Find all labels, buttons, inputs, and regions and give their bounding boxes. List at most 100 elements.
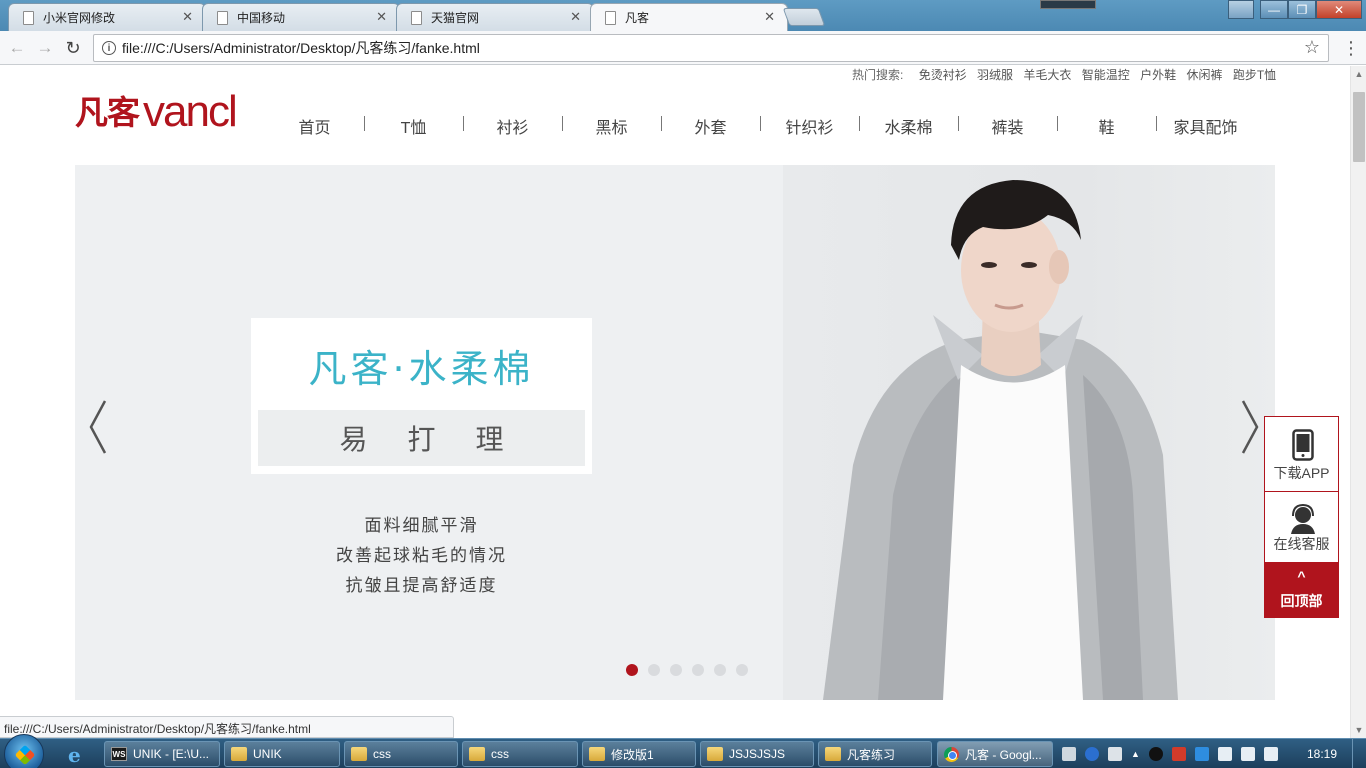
promo-subtitle: 易打理 bbox=[339, 424, 544, 455]
minimize-button[interactable]: — bbox=[1260, 0, 1288, 19]
folder-icon bbox=[469, 747, 485, 761]
nav-item-coat[interactable]: 外套 bbox=[661, 114, 760, 137]
address-bar[interactable]: i file:///C:/Users/Administrator/Desktop… bbox=[93, 34, 1329, 62]
hot-search-term[interactable]: 休闲裤 bbox=[1186, 68, 1222, 82]
page-icon bbox=[217, 11, 228, 25]
tab-tmall[interactable]: 天猫官网 ✕ bbox=[396, 3, 594, 31]
taskbar-item-label: UNIK - [E:\U... bbox=[133, 747, 210, 761]
folder-icon bbox=[825, 747, 841, 761]
online-service-button[interactable]: 在线客服 bbox=[1264, 491, 1339, 563]
folder-icon bbox=[351, 747, 367, 761]
nav-item-shoes[interactable]: 鞋 bbox=[1057, 114, 1156, 137]
app-tray-icon[interactable] bbox=[1171, 747, 1186, 761]
nav-item-black-label[interactable]: 黑标 bbox=[562, 114, 661, 137]
tab-xiaomi[interactable]: 小米官网修改 ✕ bbox=[8, 3, 206, 31]
forward-button[interactable]: → bbox=[34, 37, 56, 59]
taskbar-item-folder[interactable]: css bbox=[462, 741, 578, 767]
nav-item-knitwear[interactable]: 针织衫 bbox=[760, 114, 859, 137]
folder-icon bbox=[707, 747, 723, 761]
hot-search-term[interactable]: 羊毛大衣 bbox=[1023, 68, 1071, 82]
qq-icon[interactable] bbox=[1148, 747, 1163, 761]
windows-logo-icon bbox=[14, 744, 36, 766]
taskbar-item-folder[interactable]: 修改版1 bbox=[582, 741, 696, 767]
scroll-up-icon[interactable]: ▲ bbox=[1351, 66, 1366, 82]
close-icon[interactable]: ✕ bbox=[376, 9, 387, 25]
nav-item-tshirt[interactable]: T恤 bbox=[364, 114, 463, 137]
taskbar: e WS UNIK - [E:\U... UNIK css css 修改版1 J… bbox=[0, 734, 1366, 768]
chrome-icon bbox=[944, 746, 959, 762]
network-icon[interactable] bbox=[1263, 747, 1278, 761]
carousel-dot[interactable] bbox=[714, 664, 726, 676]
profile-icon[interactable] bbox=[1228, 0, 1254, 19]
hero-banner[interactable]: 凡客·水柔棉 易打理 面料细腻平滑 改善起球粘毛的情况 抗皱且提高舒适度 bbox=[75, 165, 1275, 700]
taskbar-item-chrome[interactable]: 凡客 - Googl... bbox=[937, 741, 1053, 767]
tab-vancl[interactable]: 凡客 ✕ bbox=[590, 3, 788, 31]
next-slide-arrow-icon[interactable] bbox=[1235, 397, 1265, 457]
new-tab-button[interactable] bbox=[782, 8, 826, 26]
carousel-dot[interactable] bbox=[626, 664, 638, 676]
close-icon[interactable]: ✕ bbox=[570, 9, 581, 25]
close-icon[interactable]: ✕ bbox=[182, 9, 193, 25]
taskbar-item-folder[interactable]: css bbox=[344, 741, 458, 767]
browser-tab-strip: 小米官网修改 ✕ 中国移动 ✕ 天猫官网 ✕ 凡客 ✕ — ❐ ✕ bbox=[0, 0, 1366, 31]
back-to-top-button[interactable]: ^ 回顶部 bbox=[1264, 562, 1339, 618]
carousel-dot[interactable] bbox=[648, 664, 660, 676]
taskbar-item-folder[interactable]: JSJSJSJS bbox=[700, 741, 814, 767]
tray-expand-icon[interactable]: ▲ bbox=[1131, 749, 1140, 759]
keyboard-icon[interactable] bbox=[1062, 747, 1076, 761]
volume-icon[interactable] bbox=[1240, 747, 1255, 761]
reload-button[interactable]: ↻ bbox=[62, 37, 84, 59]
taskbar-item-folder[interactable]: 凡客练习 bbox=[818, 741, 932, 767]
page-scrollbar[interactable]: ▲ ▼ bbox=[1350, 66, 1366, 738]
carousel-dot[interactable] bbox=[692, 664, 704, 676]
back-button[interactable]: ← bbox=[6, 37, 28, 59]
logo-en: vancl bbox=[143, 87, 238, 136]
address-url: file:///C:/Users/Administrator/Desktop/凡… bbox=[122, 40, 480, 56]
promo-line: 改善起球粘毛的情况 bbox=[336, 546, 507, 565]
taskbar-clock[interactable]: 18:19 bbox=[1307, 747, 1337, 761]
restore-button[interactable]: ❐ bbox=[1288, 0, 1316, 19]
scroll-down-icon[interactable]: ▼ bbox=[1351, 722, 1366, 738]
show-desktop-button[interactable] bbox=[1352, 739, 1366, 768]
back-to-top-label: 回顶部 bbox=[1280, 593, 1323, 609]
help-icon[interactable] bbox=[1085, 747, 1099, 761]
taskbar-item-folder[interactable]: UNIK bbox=[224, 741, 340, 767]
tab-china-mobile[interactable]: 中国移动 ✕ bbox=[202, 3, 400, 31]
hot-search-term[interactable]: 免烫衬衫 bbox=[919, 68, 967, 82]
browser-toolbar: ← → ↻ i file:///C:/Users/Administrator/D… bbox=[0, 31, 1366, 65]
nav-item-soft-cotton[interactable]: 水柔棉 bbox=[859, 114, 958, 137]
bookmark-star-icon[interactable]: ☆ bbox=[1304, 37, 1320, 58]
close-window-button[interactable]: ✕ bbox=[1316, 0, 1362, 19]
carousel-dot[interactable] bbox=[670, 664, 682, 676]
input-method-icon[interactable] bbox=[1108, 747, 1122, 761]
taskbar-item-webstorm[interactable]: WS UNIK - [E:\U... bbox=[104, 741, 220, 767]
vancl-logo[interactable]: 凡客 vancl bbox=[75, 87, 238, 136]
prev-slide-arrow-icon[interactable] bbox=[83, 397, 113, 457]
folder-icon bbox=[231, 747, 247, 761]
ie-icon[interactable]: e bbox=[68, 743, 81, 767]
hot-search: 热门搜索: 免烫衬衫 羽绒服 羊毛大衣 智能温控 户外鞋 休闲裤 跑步T恤 bbox=[852, 66, 1283, 83]
nav-item-home-accessories[interactable]: 家具配饰 bbox=[1156, 114, 1255, 137]
phone-icon bbox=[1292, 429, 1314, 461]
promo-description: 面料细腻平滑 改善起球粘毛的情况 抗皱且提高舒适度 bbox=[251, 511, 592, 601]
info-icon[interactable]: i bbox=[102, 41, 116, 55]
scroll-thumb[interactable] bbox=[1353, 92, 1365, 162]
battery-icon[interactable] bbox=[1217, 747, 1232, 761]
start-button[interactable] bbox=[4, 734, 44, 768]
taskbar-item-label: css bbox=[491, 747, 509, 761]
tab-title: 小米官网修改 bbox=[43, 11, 116, 25]
nav-item-home[interactable]: 首页 bbox=[265, 114, 364, 137]
browser-menu-icon[interactable]: ⋮ bbox=[1342, 38, 1360, 59]
hot-search-term[interactable]: 智能温控 bbox=[1082, 68, 1130, 82]
carousel-dot[interactable] bbox=[736, 664, 748, 676]
nav-item-pants[interactable]: 裤装 bbox=[958, 114, 1057, 137]
hot-search-term[interactable]: 跑步T恤 bbox=[1233, 68, 1276, 82]
nav-item-shirt[interactable]: 衬衫 bbox=[463, 114, 562, 137]
download-app-label: 下载APP bbox=[1273, 465, 1330, 481]
close-icon[interactable]: ✕ bbox=[764, 9, 775, 25]
carousel-dots bbox=[626, 664, 758, 676]
shield-icon[interactable] bbox=[1194, 747, 1209, 761]
download-app-button[interactable]: 下载APP bbox=[1264, 416, 1339, 492]
hot-search-term[interactable]: 羽绒服 bbox=[977, 68, 1013, 82]
hot-search-term[interactable]: 户外鞋 bbox=[1140, 68, 1176, 82]
